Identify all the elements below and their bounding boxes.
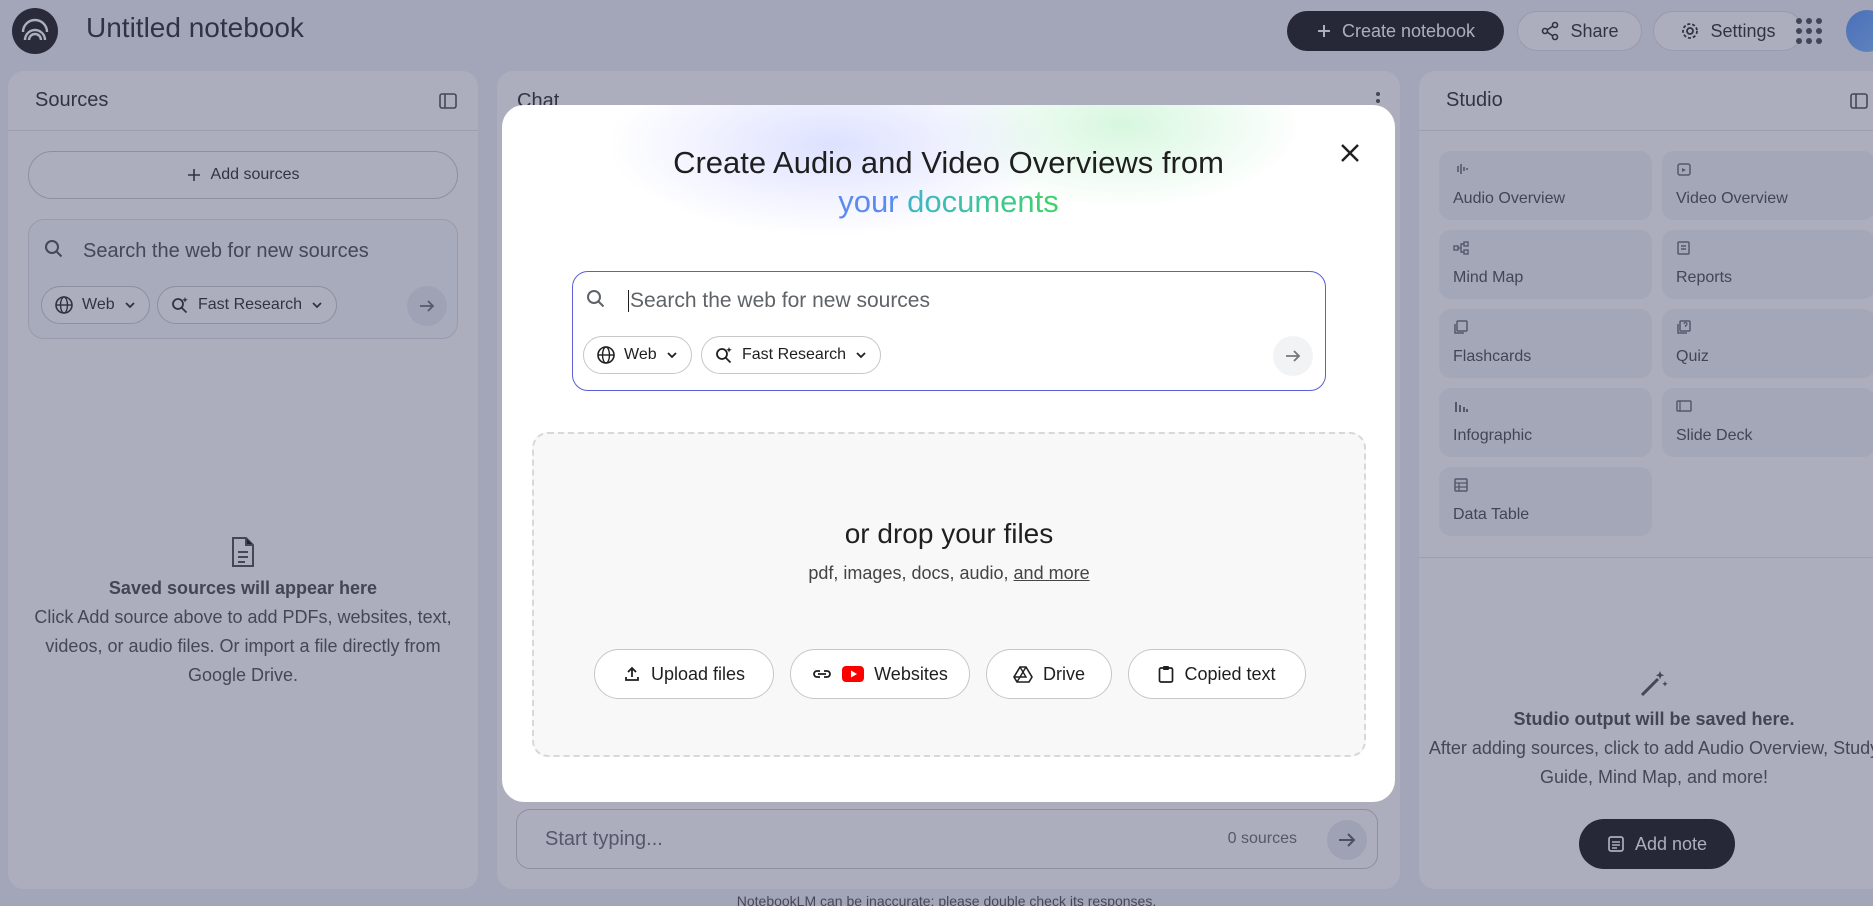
web-search-input[interactable]: Search the web for new sources	[628, 290, 930, 312]
dialog-title: Create Audio and Video Overviews from	[673, 145, 1224, 180]
drive-icon	[1013, 666, 1033, 683]
copied-text-label: Copied text	[1184, 663, 1276, 684]
copied-text-button[interactable]: Copied text	[1128, 649, 1306, 699]
search-icon	[587, 290, 605, 308]
globe-icon	[597, 346, 615, 364]
research-chip-label: Fast Research	[742, 346, 847, 363]
web-search-submit-button[interactable]	[1273, 336, 1313, 376]
drop-zone-subtitle: pdf, images, docs, audio, and more	[534, 563, 1364, 584]
clipboard-icon	[1159, 666, 1174, 683]
web-chip-label: Web	[624, 346, 657, 363]
and-more-link[interactable]: and more	[1014, 563, 1090, 583]
file-drop-zone[interactable]: or drop your files pdf, images, docs, au…	[532, 432, 1366, 757]
websites-button[interactable]: Websites	[790, 649, 970, 699]
link-icon	[813, 670, 831, 678]
upload-files-button[interactable]: Upload files	[594, 649, 774, 699]
chevron-down-icon	[666, 352, 677, 359]
drive-label: Drive	[1042, 663, 1085, 684]
web-source-dropdown[interactable]: Web	[583, 336, 692, 374]
highlight-word-your: your	[838, 184, 899, 219]
web-search-box: Search the web for new sources Web Fast …	[572, 271, 1326, 391]
research-mode-dropdown[interactable]: Fast Research	[701, 336, 882, 374]
search-sparkle-icon	[716, 347, 732, 364]
youtube-icon	[842, 666, 865, 682]
chevron-down-icon	[856, 352, 866, 359]
dialog-title-highlight: your documents	[502, 184, 1395, 220]
highlight-word-documents: documents	[907, 184, 1059, 219]
supported-types-text: pdf, images, docs, audio,	[808, 563, 1009, 583]
drop-zone-title: or drop your files	[844, 518, 1054, 549]
drive-button[interactable]: Drive	[986, 649, 1112, 699]
arrow-right-icon	[1286, 350, 1301, 362]
websites-label: Websites	[874, 663, 948, 684]
add-sources-dialog: Create Audio and Video Overviews from yo…	[502, 105, 1395, 802]
upload-icon	[625, 666, 639, 681]
upload-files-label: Upload files	[650, 663, 746, 684]
